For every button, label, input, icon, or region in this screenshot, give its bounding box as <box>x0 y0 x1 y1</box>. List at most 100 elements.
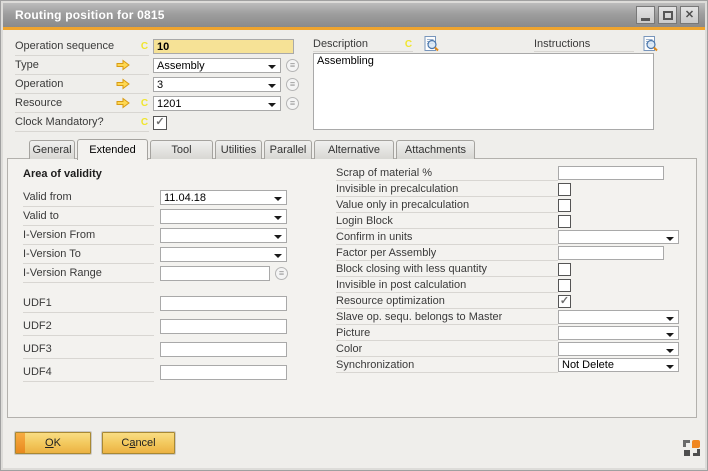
minimize-button[interactable] <box>636 6 655 24</box>
invisible-precalc-label: Invisible in precalculation <box>336 183 458 195</box>
login-block-row: Login Block <box>336 213 688 229</box>
factor-assembly-input[interactable] <box>558 246 664 260</box>
type-row: Type Assembly ≡ <box>15 56 311 75</box>
udf3-label: UDF3 <box>23 343 52 355</box>
operation-sequence-input[interactable]: 10 <box>153 39 294 54</box>
tab-attachments[interactable]: Attachments <box>396 140 475 159</box>
resource-optimization-label: Resource optimization <box>336 295 445 307</box>
clock-mandatory-checkbox[interactable]: ✓ <box>153 116 167 130</box>
udf4-input[interactable] <box>160 365 287 380</box>
clock-mandatory-label-cell: Clock Mandatory? C <box>15 113 149 132</box>
invisible-precalc-row: Invisible in precalculation <box>336 181 688 197</box>
tab-strip: General Extended Tool Utilities Parallel… <box>29 138 475 159</box>
tab-tool[interactable]: Tool <box>150 140 213 159</box>
tab-extended[interactable]: Extended <box>77 139 148 160</box>
value-only-precalc-label: Value only in precalculation <box>336 199 469 211</box>
iversion-from-label: I-Version From <box>23 229 95 241</box>
iversion-range-input[interactable] <box>160 266 270 281</box>
synchronization-dropdown[interactable]: Not Delete <box>558 358 679 372</box>
resource-optimization-checkbox[interactable]: ✓ <box>558 295 571 308</box>
link-arrow-icon[interactable] <box>116 97 130 109</box>
slave-master-dropdown[interactable] <box>558 310 679 324</box>
iversion-range-edit-icon[interactable]: ≡ <box>275 267 288 280</box>
type-label: Type <box>15 59 39 71</box>
synchronization-row: Synchronization Not Delete <box>336 357 688 373</box>
instructions-label: Instructions <box>534 38 590 50</box>
color-dropdown[interactable] <box>558 342 679 356</box>
slave-master-row: Slave op. sequ. belongs to Master <box>336 309 688 325</box>
valid-to-row: Valid to <box>23 207 301 226</box>
picture-label: Picture <box>336 327 370 339</box>
changeable-marker: C <box>140 98 149 109</box>
picture-dropdown[interactable] <box>558 326 679 340</box>
login-block-checkbox[interactable] <box>558 215 571 228</box>
type-dropdown[interactable]: Assembly <box>153 58 281 73</box>
color-label: Color <box>336 343 362 355</box>
slave-master-label: Slave op. sequ. belongs to Master <box>336 311 502 323</box>
description-textarea[interactable]: Assembling <box>313 53 654 130</box>
iversion-from-dropdown[interactable] <box>160 228 287 243</box>
udf2-input[interactable] <box>160 319 287 334</box>
valid-from-row: Valid from 11.04.18 <box>23 188 301 207</box>
changeable-marker: C <box>140 41 149 52</box>
operation-label-cell: Operation <box>15 75 149 94</box>
maximize-button[interactable] <box>658 6 677 24</box>
tab-utilities[interactable]: Utilities <box>215 140 262 159</box>
close-icon: ✕ <box>685 10 694 21</box>
synchronization-label: Synchronization <box>336 359 414 371</box>
title-bar[interactable]: Routing position for 0815 ✕ <box>3 3 705 27</box>
form-resize-icon[interactable] <box>683 440 700 456</box>
check-icon: ✓ <box>560 296 569 307</box>
udf4-row: UDF4 <box>23 361 301 384</box>
scrap-label: Scrap of material % <box>336 167 432 179</box>
factor-assembly-label: Factor per Assembly <box>336 247 436 259</box>
cancel-button[interactable]: Cancel <box>102 432 175 454</box>
operation-dropdown[interactable]: 3 <box>153 77 281 92</box>
link-arrow-icon[interactable] <box>116 78 130 90</box>
iversion-to-dropdown[interactable] <box>160 247 287 262</box>
accent-bar <box>3 27 705 30</box>
link-arrow-icon[interactable] <box>116 59 130 71</box>
operation-edit-icon[interactable]: ≡ <box>286 78 299 91</box>
valid-to-dropdown[interactable] <box>160 209 287 224</box>
udf2-label: UDF2 <box>23 320 52 332</box>
resource-edit-icon[interactable]: ≡ <box>286 97 299 110</box>
iversion-range-row: I-Version Range ≡ <box>23 264 301 283</box>
login-block-label: Login Block <box>336 215 393 227</box>
operation-sequence-label-cell: Operation sequence C <box>15 37 149 56</box>
extended-options-section: Scrap of material % Invisible in precalc… <box>336 165 688 373</box>
block-closing-checkbox[interactable] <box>558 263 571 276</box>
tab-alternative[interactable]: Alternative <box>314 140 394 159</box>
iversion-range-label: I-Version Range <box>23 267 102 279</box>
picture-row: Picture <box>336 325 688 341</box>
minimize-icon <box>641 18 650 21</box>
tab-general[interactable]: General <box>29 140 75 159</box>
invisible-postcalc-checkbox[interactable] <box>558 279 571 292</box>
valid-from-dropdown[interactable]: 11.04.18 <box>160 190 287 205</box>
resource-dropdown[interactable]: 1201 <box>153 96 281 111</box>
ok-button[interactable]: OK <box>15 432 91 454</box>
description-section: Description C Instructions <box>313 37 661 53</box>
scrap-input[interactable] <box>558 166 664 180</box>
iversion-to-row: I-Version To <box>23 245 301 264</box>
window-title: Routing position for 0815 <box>3 8 165 22</box>
confirm-units-label: Confirm in units <box>336 231 412 243</box>
udf1-row: UDF1 <box>23 292 301 315</box>
invisible-postcalc-label: Invisible in post calculation <box>336 279 466 291</box>
invisible-precalc-checkbox[interactable] <box>558 183 571 196</box>
changeable-marker: C <box>140 117 149 128</box>
tab-parallel[interactable]: Parallel <box>264 140 312 159</box>
close-button[interactable]: ✕ <box>680 6 699 24</box>
udf-section: UDF1 UDF2 UDF3 UDF4 <box>23 292 301 384</box>
type-edit-icon[interactable]: ≡ <box>286 59 299 72</box>
udf3-input[interactable] <box>160 342 287 357</box>
section-title: Area of validity <box>23 168 301 188</box>
default-button-stripe <box>16 433 25 453</box>
iversion-from-row: I-Version From <box>23 226 301 245</box>
window-controls: ✕ <box>636 6 699 24</box>
color-row: Color <box>336 341 688 357</box>
value-only-precalc-checkbox[interactable] <box>558 199 571 212</box>
header-form: Operation sequence C 10 Type Assembly ≡ <box>15 37 311 132</box>
confirm-units-dropdown[interactable] <box>558 230 679 244</box>
udf1-input[interactable] <box>160 296 287 311</box>
